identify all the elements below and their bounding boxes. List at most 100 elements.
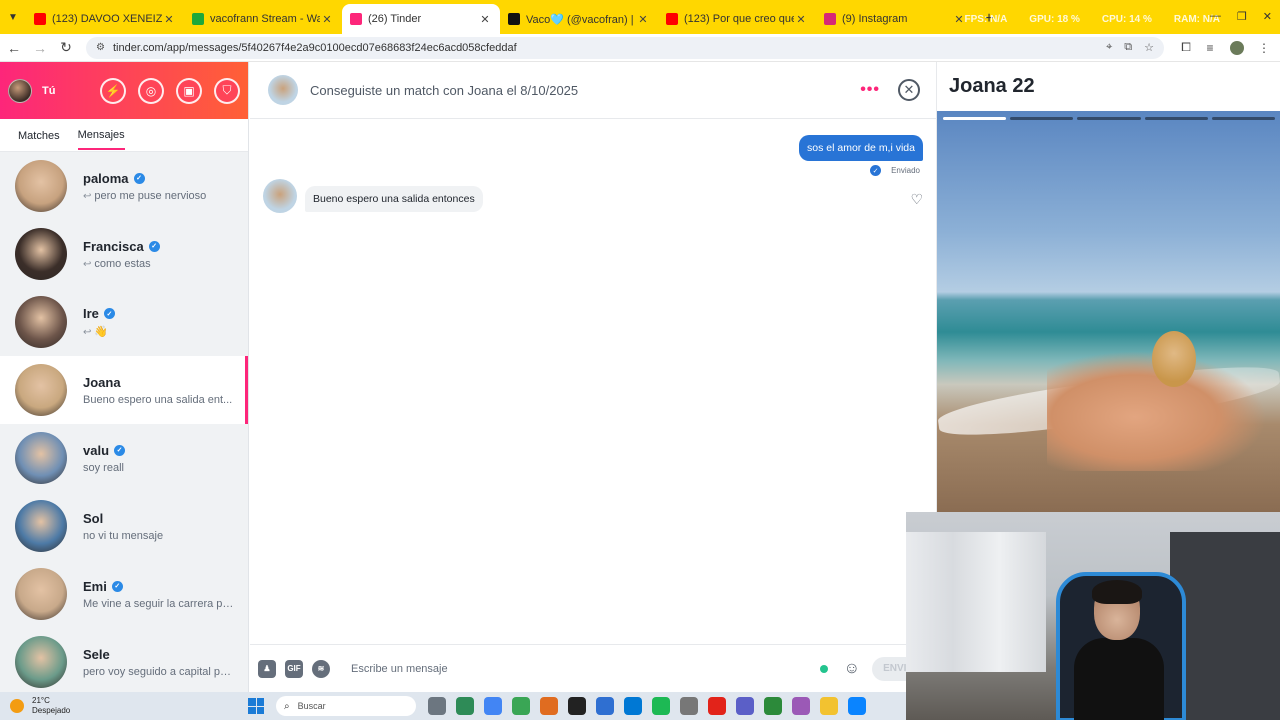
taskbar-app-icon[interactable] xyxy=(624,697,642,715)
taskbar-search[interactable]: ⌕ Buscar xyxy=(276,696,416,716)
minimize-icon[interactable]: — xyxy=(1210,10,1221,23)
browser-tab[interactable]: Vaco🩵 (@vacofran) | TikTok✕ xyxy=(500,4,658,34)
tab-close-icon[interactable]: ✕ xyxy=(320,13,334,26)
taskbar-apps xyxy=(428,697,866,715)
tab-search-icon[interactable]: ▼ xyxy=(0,0,26,34)
tab-title: (9) Instagram xyxy=(842,13,908,25)
browser-tab[interactable]: (26) Tinder ✕ xyxy=(342,4,500,34)
photo-bar[interactable] xyxy=(943,117,1007,120)
url-field[interactable]: ⚙ tinder.com/app/messages/5f40267f4e2a9c… xyxy=(86,36,1164,59)
taskbar-app-icon[interactable] xyxy=(484,697,502,715)
close-chat-icon[interactable]: ✕ xyxy=(898,79,920,101)
location-icon[interactable]: ⌖ xyxy=(1106,41,1112,54)
conversation-item[interactable]: Sele pero voy seguido a capital po... xyxy=(0,628,248,692)
my-profile-label[interactable]: Tú xyxy=(42,85,88,97)
taskbar-app-icon[interactable] xyxy=(652,697,670,715)
taskbar-app-icon[interactable] xyxy=(568,697,586,715)
start-windows-icon[interactable] xyxy=(248,698,264,714)
conversation-preview: Bueno espero una salida ent... xyxy=(83,393,233,406)
url-text: tinder.com/app/messages/5f40267f4e2a9c01… xyxy=(112,41,517,54)
sidebar: Tú ⚡ ◎ ▣ ⛉ Matches Mensajes paloma ✓ ↩ pero… xyxy=(0,62,249,692)
photo-bar[interactable] xyxy=(1211,117,1276,120)
conversation-item[interactable]: Francisca ✓ ↩ como estas xyxy=(0,220,248,288)
browser-tab[interactable]: vacofrann Stream - Watch Live✕ xyxy=(184,4,342,34)
conversation-name: Emi xyxy=(83,578,107,594)
conversation-item[interactable]: paloma ✓ ↩ pero me puse nervioso xyxy=(0,152,248,220)
message-input[interactable]: Escribe un mensaje xyxy=(351,663,820,675)
taskbar-app-icon[interactable] xyxy=(428,697,446,715)
tab-messages[interactable]: Mensajes xyxy=(77,121,125,150)
tab-close-icon[interactable]: ✕ xyxy=(478,13,492,26)
photo-bar[interactable] xyxy=(1077,117,1141,120)
bookmark-star-icon[interactable]: ☆ xyxy=(1144,41,1154,54)
tab-favicon-icon xyxy=(192,13,204,25)
reload-icon[interactable]: ↻ xyxy=(54,36,78,60)
photo-bar[interactable] xyxy=(1144,117,1208,120)
taskbar-app-icon[interactable] xyxy=(820,697,838,715)
back-arrow-icon[interactable]: ← xyxy=(2,36,26,60)
close-window-icon[interactable]: ✕ xyxy=(1263,10,1272,23)
conversation-item[interactable]: Emi ✓ Me vine a seguir la carrera pr... xyxy=(0,560,248,628)
forward-arrow-icon[interactable]: → xyxy=(28,36,52,60)
taskbar-app-icon[interactable] xyxy=(708,697,726,715)
tab-close-icon[interactable]: ✕ xyxy=(794,13,808,26)
match-avatar[interactable] xyxy=(268,75,298,105)
taskbar-app-icon[interactable] xyxy=(848,697,866,715)
maximize-icon[interactable]: ❐ xyxy=(1237,10,1247,23)
taskbar-app-icon[interactable] xyxy=(736,697,754,715)
extensions-icon[interactable]: ⧠ xyxy=(1174,40,1198,55)
conversation-item[interactable]: valu ✓ soy reall xyxy=(0,424,248,492)
verified-badge-icon: ✓ xyxy=(103,308,115,319)
conversation-preview: no vi tu mensaje xyxy=(83,529,164,542)
briefcase-icon[interactable]: ▣ xyxy=(176,77,202,104)
tab-title: (123) DAVOO XENEIZE REACCIO xyxy=(52,13,162,25)
weather-sun-icon xyxy=(10,699,24,713)
gif-button[interactable]: GIF xyxy=(285,659,303,678)
browser-tab[interactable]: (123) Por que creo que OnlyFan✕ xyxy=(658,4,816,34)
gpu-stat: GPU: 18 % xyxy=(1029,14,1080,25)
taskbar-app-icon[interactable] xyxy=(456,697,474,715)
install-app-icon[interactable]: ⧉ xyxy=(1124,41,1132,54)
taskbar-app-icon[interactable] xyxy=(680,697,698,715)
conversation-preview: 👋 xyxy=(94,326,109,338)
browser-tab[interactable]: (9) Instagram ✕ xyxy=(816,4,974,34)
menu-kebab-icon[interactable]: ⋮ xyxy=(1252,41,1276,55)
more-options-icon[interactable]: ••• xyxy=(860,81,880,99)
message-composer: ♟ GIF ≋ Escribe un mensaje ☺ ENVIAR xyxy=(250,644,936,692)
tab-title: vacofrann Stream - Watch Live xyxy=(210,13,320,25)
emoji-icon[interactable]: ☺ xyxy=(844,660,860,678)
taskbar-app-icon[interactable] xyxy=(512,697,530,715)
reply-arrow-icon: ↩ xyxy=(83,258,92,270)
tab-title: (26) Tinder xyxy=(368,13,422,25)
conversation-item[interactable]: Ire ✓ ↩ 👋 xyxy=(0,288,248,356)
profile-avatar[interactable] xyxy=(1230,40,1244,55)
site-info-icon[interactable]: ⚙ xyxy=(96,42,105,53)
sticker-icon[interactable]: ♟ xyxy=(258,659,276,678)
profile-photo[interactable] xyxy=(937,111,1280,513)
taskbar-app-icon[interactable] xyxy=(792,697,810,715)
incoming-message: Bueno espero una salida entonces xyxy=(305,186,483,212)
conversation-item[interactable]: Joana Bueno espero una salida ent... xyxy=(0,356,248,424)
spotify-icon[interactable]: ≋ xyxy=(312,659,330,678)
incoming-avatar[interactable] xyxy=(263,179,297,213)
boost-icon[interactable]: ⚡ xyxy=(100,77,126,104)
browser-tab-bar: ▼ (123) DAVOO XENEIZE REACCIO✕vacofrann … xyxy=(0,0,1280,34)
browser-tab[interactable]: (123) DAVOO XENEIZE REACCIO✕ xyxy=(26,4,184,34)
tab-close-icon[interactable]: ✕ xyxy=(162,13,176,26)
webcam-curtain xyxy=(906,532,1046,672)
photo-bar[interactable] xyxy=(1010,117,1074,120)
taskbar-app-icon[interactable] xyxy=(764,697,782,715)
media-controls-icon[interactable]: ≡ xyxy=(1198,41,1222,55)
like-heart-icon[interactable]: ♡ xyxy=(910,191,923,208)
tab-matches[interactable]: Matches xyxy=(18,122,60,149)
conversation-preview: pero voy seguido a capital po... xyxy=(83,665,236,678)
tab-close-icon[interactable]: ✕ xyxy=(636,13,650,26)
shield-icon[interactable]: ⛉ xyxy=(214,77,240,104)
explore-compass-icon[interactable]: ◎ xyxy=(138,77,164,104)
weather-widget[interactable]: 21°C Despejado xyxy=(0,696,240,716)
conversation-item[interactable]: Sol no vi tu mensaje xyxy=(0,492,248,560)
my-avatar[interactable] xyxy=(8,78,32,103)
taskbar-app-icon[interactable] xyxy=(540,697,558,715)
taskbar-app-icon[interactable] xyxy=(596,697,614,715)
conversation-preview: pero me puse nervioso xyxy=(94,189,207,202)
